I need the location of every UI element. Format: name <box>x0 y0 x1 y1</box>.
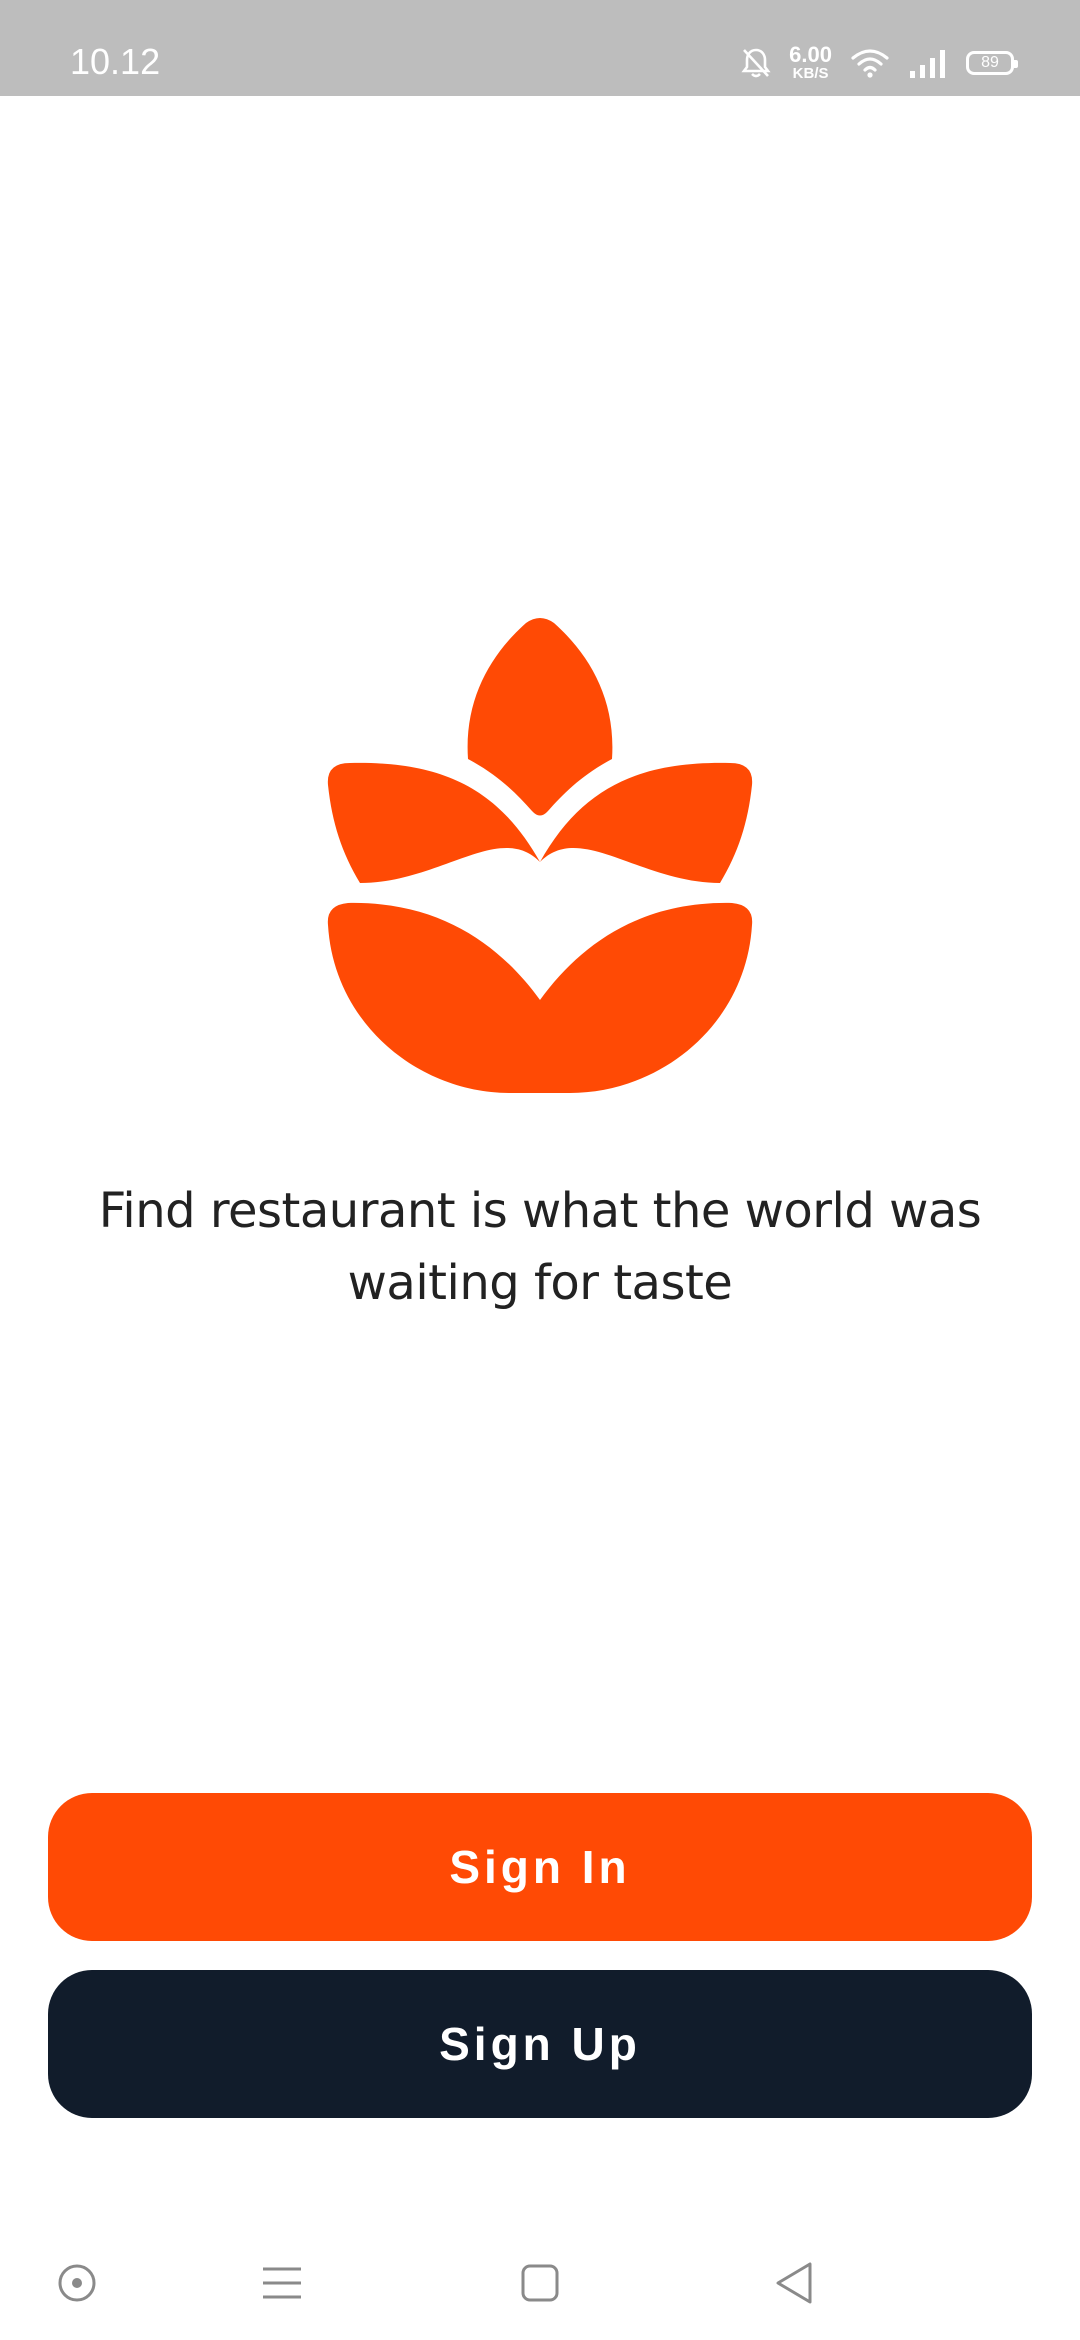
welcome-screen: 10.12 6.00 KB/S 89 Find restaurant is wh… <box>0 0 1080 2340</box>
tagline: Find restaurant is what the world was wa… <box>98 1183 982 1311</box>
back-triangle-icon[interactable] <box>770 2258 820 2308</box>
net-speed-unit: KB/S <box>792 65 829 82</box>
signal-icon <box>910 49 945 78</box>
sign-up-button[interactable]: Sign Up <box>48 1970 1032 2118</box>
sign-in-button[interactable]: Sign In <box>48 1793 1032 1941</box>
menu-icon[interactable] <box>257 2258 307 2308</box>
home-square-icon[interactable] <box>515 2258 565 2308</box>
lotus-leaf-icon <box>327 618 753 1093</box>
battery-icon: 89 <box>966 50 1018 75</box>
status-icons: 6.00 KB/S 89 <box>741 42 1018 82</box>
wifi-icon <box>851 48 889 78</box>
bell-off-icon <box>741 48 771 77</box>
assistant-icon[interactable] <box>52 2258 102 2308</box>
navigation-bar <box>0 2220 1080 2340</box>
status-time: 10.12 <box>70 41 161 82</box>
status-bar: 10.12 6.00 KB/S 89 <box>0 0 1080 96</box>
net-speed-value: 6.00 <box>789 42 832 67</box>
net-speed: 6.00 KB/S <box>789 42 832 82</box>
